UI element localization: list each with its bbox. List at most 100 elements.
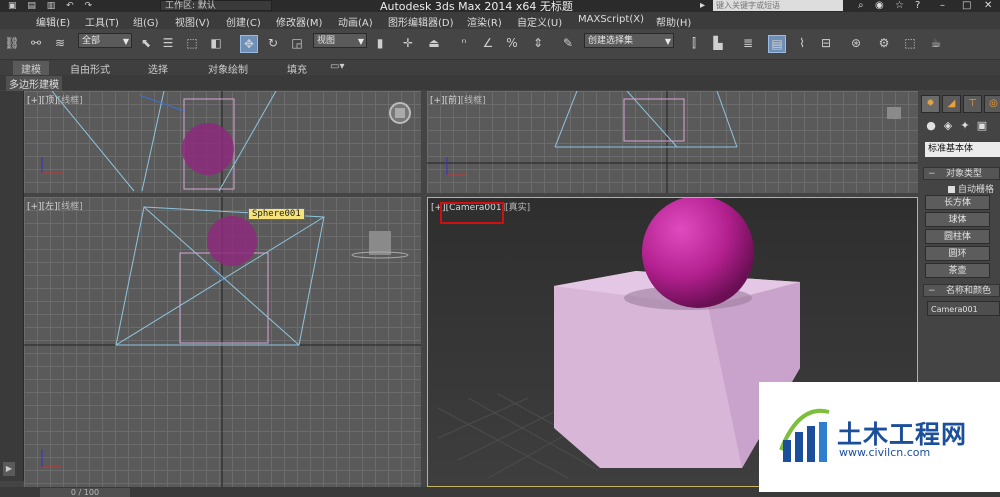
schematic-view-icon[interactable]: ⊟ <box>818 35 834 51</box>
rect-selection-icon[interactable]: ⬚ <box>184 35 200 51</box>
unlink-icon[interactable]: ⚯ <box>28 35 44 51</box>
sphere-button[interactable]: 球体 <box>925 212 990 227</box>
scale-icon[interactable]: ◲ <box>289 35 305 51</box>
menu-animation[interactable]: 动画(A) <box>338 14 373 29</box>
manipulate-icon[interactable]: ✛ <box>400 35 416 51</box>
mirror-icon[interactable]: ⫿ <box>686 35 702 51</box>
tab-object-paint[interactable]: 对象绘制 <box>208 61 248 76</box>
play-icon[interactable]: ▶ <box>3 462 15 476</box>
tab-modeling[interactable]: 建模 <box>13 61 49 76</box>
search-input[interactable]: 键入关键字或短语 <box>713 0 843 11</box>
ribbon-menu-icon[interactable]: ▭▾ <box>330 61 344 72</box>
layer-manager-icon[interactable]: ≣ <box>740 35 756 51</box>
menu-rendering[interactable]: 渲染(R) <box>467 14 502 29</box>
autogrid-checkbox[interactable]: 自动栅格 <box>948 182 994 195</box>
rollout-title: 对象类型 <box>946 169 983 179</box>
search-icon[interactable]: ⌕ <box>858 0 864 11</box>
snap-toggle-icon[interactable]: ⁿ <box>456 35 472 51</box>
menu-modifiers[interactable]: 修改器(M) <box>276 14 322 29</box>
select-by-name-icon[interactable]: ☰ <box>160 35 176 51</box>
viewport-front[interactable]: [+][前][线框] <box>427 91 918 193</box>
torus-button[interactable]: 圆环 <box>925 246 990 261</box>
lights-icon[interactable]: ✦ <box>958 119 972 133</box>
tab-selection[interactable]: 选择 <box>148 61 168 76</box>
quick-access-icons[interactable]: ▣ ▤ ▥ ↶ ↷ <box>8 1 96 11</box>
align-icon[interactable]: ▙ <box>710 35 726 51</box>
render-production-icon[interactable]: ☕ <box>928 35 944 51</box>
chevron-down-icon: ▼ <box>357 37 364 46</box>
selection-filter-value: 全部 <box>82 36 101 46</box>
rollout-title: 名称和颜色 <box>946 286 992 296</box>
pivot-icon[interactable]: ▮ <box>372 35 388 51</box>
named-selection-dropdown[interactable]: 创建选择集 ▼ <box>584 33 674 48</box>
main-toolbar: ⛓ ⚯ ≋ 全部 ▼ ⬉ ☰ ⬚ ◧ ✥ ↻ ◲ 视图 ▼ ▮ ✛ ⏏ ⁿ ∠ % … <box>0 29 1000 60</box>
name-color-rollout[interactable]: − 名称和颜色 <box>923 284 1000 297</box>
object-type-rollout[interactable]: − 对象类型 <box>923 167 1000 180</box>
keyboard-shortcut-icon[interactable]: ⏏ <box>426 35 442 51</box>
box-button[interactable]: 长方体 <box>925 195 990 210</box>
menu-customize[interactable]: 自定义(U) <box>517 14 562 29</box>
tab-populate[interactable]: 填充 <box>287 61 307 76</box>
checkbox-icon <box>948 186 955 193</box>
menu-tools[interactable]: 工具(T) <box>85 14 119 29</box>
chevron-down-icon: ▼ <box>122 37 129 46</box>
close-icon[interactable]: ✕ <box>984 0 992 11</box>
brand-logo-icon <box>779 408 830 462</box>
hierarchy-tab-icon[interactable]: ⊤ <box>963 95 982 113</box>
category-dropdown[interactable]: 标准基本体 <box>925 142 1000 157</box>
chevron-down-icon: ▼ <box>664 37 671 46</box>
motion-tab-icon[interactable]: ◎ <box>984 95 1000 113</box>
menu-bar: 编辑(E) 工具(T) 组(G) 视图(V) 创建(C) 修改器(M) 动画(A… <box>0 12 1000 29</box>
cylinder-button[interactable]: 圆柱体 <box>925 229 990 244</box>
teapot-button[interactable]: 茶壶 <box>925 263 990 278</box>
bind-spacewarp-icon[interactable]: ≋ <box>52 35 68 51</box>
render-setup-icon[interactable]: ⚙ <box>876 35 892 51</box>
create-tab-icon[interactable]: ✹ <box>921 95 940 113</box>
viewport-top[interactable]: [+][顶][线框] <box>24 91 421 193</box>
select-object-icon[interactable]: ⬉ <box>138 35 154 51</box>
menu-edit[interactable]: 编辑(E) <box>36 14 70 29</box>
percent-snap-icon[interactable]: % <box>504 35 520 51</box>
minus-icon: − <box>928 169 936 179</box>
ref-coord-dropdown[interactable]: 视图 ▼ <box>313 33 367 48</box>
arrow-icon[interactable]: ▸ <box>700 0 705 11</box>
rotate-icon[interactable]: ↻ <box>265 35 281 51</box>
watermark: 土木工程网 www.civilcn.com <box>759 382 1000 492</box>
menu-create[interactable]: 创建(C) <box>226 14 261 29</box>
window-crossing-icon[interactable]: ◧ <box>208 35 224 51</box>
object-name-field[interactable]: Camera001 <box>927 301 1000 316</box>
cameras-icon[interactable]: ▣ <box>975 119 989 133</box>
spinner-snap-icon[interactable]: ⇕ <box>530 35 546 51</box>
menu-views[interactable]: 视图(V) <box>175 14 210 29</box>
menu-maxscript[interactable]: MAXScript(X) <box>578 14 644 25</box>
curve-editor-icon[interactable]: ⌇ <box>794 35 810 51</box>
move-icon[interactable]: ✥ <box>240 35 258 53</box>
link-icon[interactable]: ⛓ <box>4 35 20 51</box>
menu-graph-editors[interactable]: 图形编辑器(D) <box>388 14 454 29</box>
edit-named-selection-icon[interactable]: ✎ <box>560 35 576 51</box>
help-icon[interactable]: ? <box>915 0 920 11</box>
minimize-icon[interactable]: – <box>940 0 945 11</box>
modify-tab-icon[interactable]: ◢ <box>942 95 961 113</box>
scene-explorer-icon[interactable]: ▤ <box>768 35 786 53</box>
star-icon[interactable]: ☆ <box>895 0 904 11</box>
viewport-left[interactable]: [+][左][线框] <box>24 197 421 487</box>
front-viewport-drawing <box>427 91 918 193</box>
time-slider[interactable]: 0 / 100 <box>40 488 130 497</box>
watermark-url: www.civilcn.com <box>839 446 931 459</box>
tab-freeform[interactable]: 自由形式 <box>70 61 110 76</box>
selection-filter-dropdown[interactable]: 全部 ▼ <box>78 33 132 48</box>
angle-snap-icon[interactable]: ∠ <box>480 35 496 51</box>
user-icon[interactable]: ◉ <box>875 0 884 11</box>
maximize-icon[interactable]: □ <box>962 0 971 11</box>
menu-help[interactable]: 帮助(H) <box>656 14 691 29</box>
render-frame-icon[interactable]: ⬚ <box>902 35 918 51</box>
menu-group[interactable]: 组(G) <box>133 14 159 29</box>
shapes-icon[interactable]: ◈ <box>941 119 955 133</box>
ribbon-subtab-bar: 多边形建模 <box>0 75 1000 91</box>
material-editor-icon[interactable]: ⊛ <box>848 35 864 51</box>
workspace-dropdown[interactable]: 工作区: 默认 <box>160 0 272 11</box>
viewport-shade[interactable]: [真实] <box>505 203 530 213</box>
subtab-polygon-modeling[interactable]: 多边形建模 <box>6 76 62 91</box>
geometry-icon[interactable]: ● <box>924 119 938 133</box>
